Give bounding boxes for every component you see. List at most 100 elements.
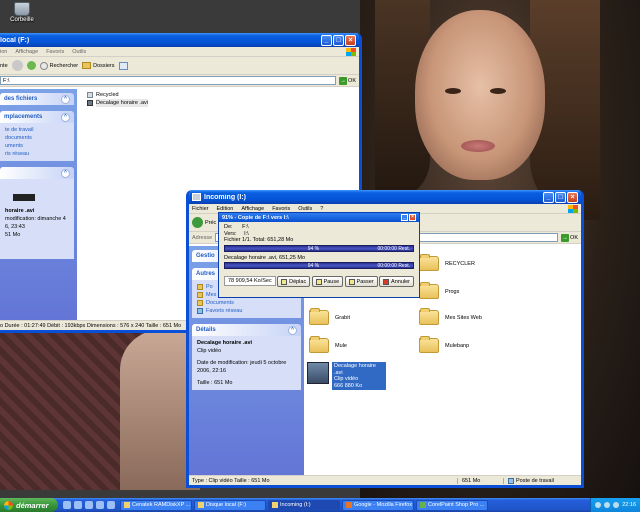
- selected-file-item[interactable]: Decalage horaire .avi Clip vidéo 666 880…: [307, 362, 386, 390]
- place-link[interactable]: uments: [5, 142, 69, 150]
- status-type: Type : Clip vidéo Taille : 651 Mo: [192, 477, 458, 484]
- taskbar-task[interactable]: CorelPaint Shop Pro ...: [416, 499, 488, 511]
- menu-help[interactable]: ?: [320, 206, 323, 212]
- dialog-title-bar[interactable]: 91% - Copie de F:\ vers I:\ _ ×: [219, 213, 419, 222]
- folder-item[interactable]: Mule: [309, 336, 347, 353]
- place-link[interactable]: Documents: [197, 299, 296, 307]
- menu-outils[interactable]: Outils: [298, 206, 312, 212]
- folder-label: RECYCLER: [445, 260, 475, 267]
- back-button[interactable]: Préc: [192, 217, 216, 228]
- menu-favoris[interactable]: Favoris: [46, 49, 64, 55]
- close-button[interactable]: ×: [345, 34, 356, 46]
- file-remaining: 00:00:00 Rest.: [377, 263, 410, 269]
- dialog-title: 91% - Copie de F:\ vers I:\: [222, 214, 289, 221]
- folder-item[interactable]: Progs: [419, 282, 460, 299]
- folder-item[interactable]: Mes Sites Web: [419, 308, 482, 325]
- clock[interactable]: 22:16: [622, 502, 636, 508]
- task-label: Google - Mozilla Firefox: [354, 502, 413, 508]
- place-link[interactable]: te de travail: [5, 126, 69, 134]
- forward-arrow-icon[interactable]: [11, 60, 23, 71]
- quick-launch-icon[interactable]: [85, 501, 93, 509]
- skip-label: Passer: [356, 278, 374, 285]
- file-size: 666 880 Ko: [334, 382, 363, 389]
- taskbar-task[interactable]: Disque local (F:): [194, 499, 266, 511]
- menu-favoris[interactable]: Favoris: [272, 206, 290, 212]
- tray-icon[interactable]: [595, 502, 602, 508]
- skip-button[interactable]: Passer: [344, 276, 378, 287]
- taskbar-task[interactable]: Google - Mozilla Firefox: [342, 499, 414, 511]
- menu-affichage[interactable]: Affichage: [15, 49, 38, 55]
- pause-button[interactable]: Pause: [311, 276, 344, 287]
- maximize-button[interactable]: □: [333, 34, 344, 46]
- move-button[interactable]: Déplac: [277, 276, 311, 287]
- file-item-video[interactable]: Decalage horaire .avi: [87, 99, 148, 107]
- minimize-button[interactable]: _: [321, 34, 332, 46]
- views-icon[interactable]: [118, 61, 128, 70]
- menu-bar: ion Affichage Favoris Outils: [0, 47, 359, 57]
- file-tasks-header[interactable]: des fichiers ^: [0, 93, 74, 105]
- chevron-up-icon[interactable]: ^: [61, 168, 70, 178]
- quick-launch-icon[interactable]: [96, 501, 104, 509]
- copy-progress-dialog[interactable]: 91% - Copie de F:\ vers I:\ _ × De: F:\ …: [218, 212, 420, 298]
- title-bar[interactable]: Incoming (I:) _ □ ×: [189, 190, 581, 204]
- chevron-up-icon[interactable]: ^: [288, 325, 297, 335]
- total-progress-bar: 94 % 00:00:00 Rest.: [224, 244, 414, 252]
- file-item-recycled[interactable]: Recycled: [87, 91, 148, 99]
- cancel-icon: [383, 278, 390, 285]
- cancel-button[interactable]: Annuler: [379, 276, 414, 287]
- back-button[interactable]: nte: [0, 63, 8, 69]
- go-button[interactable]: → OK: [339, 76, 356, 85]
- tray-icon[interactable]: [604, 502, 611, 508]
- back-label: nte: [0, 62, 8, 69]
- folder-item[interactable]: Mulebanp: [419, 336, 469, 353]
- quick-launch-icon[interactable]: [74, 501, 82, 509]
- pause-icon: [315, 278, 322, 285]
- place-label: Documents: [206, 300, 234, 306]
- folder-item[interactable]: RECYCLER: [419, 254, 475, 271]
- details-size: 51 Mo: [5, 232, 21, 238]
- other-places-header[interactable]: mplacements ^: [0, 111, 74, 123]
- folders-button[interactable]: Dossiers: [82, 62, 115, 69]
- chevron-up-icon[interactable]: ^: [61, 94, 70, 104]
- folder-label: Mes Sites Web: [445, 314, 482, 321]
- taskbar-task[interactable]: Cenatek RAMDiskXP ...: [120, 499, 192, 511]
- tray-icon[interactable]: [613, 502, 620, 508]
- menu-edition[interactable]: ion: [0, 49, 7, 55]
- maximize-button[interactable]: □: [555, 191, 566, 203]
- place-link[interactable]: Favoris réseau: [197, 307, 296, 315]
- place-link[interactable]: documents: [5, 134, 69, 142]
- start-label: démarrer: [16, 500, 49, 510]
- total-percent: 94 %: [307, 245, 320, 252]
- details-title: Détails: [196, 327, 216, 333]
- back-label: Préc: [205, 219, 217, 226]
- minimize-button[interactable]: _: [543, 191, 554, 203]
- menu-affichage[interactable]: Affichage: [241, 206, 264, 212]
- folder-item[interactable]: Grabit: [309, 308, 350, 325]
- taskbar-task-active[interactable]: Incoming (I:): [268, 499, 340, 511]
- minimize-button[interactable]: _: [401, 214, 408, 221]
- recycle-bin-desktop-icon[interactable]: Corbeille: [6, 2, 38, 23]
- menu-edition[interactable]: Edition: [217, 206, 234, 212]
- go-button[interactable]: → OK: [561, 233, 578, 242]
- folder-label: Progs: [445, 288, 460, 295]
- place-link[interactable]: ris réseau: [5, 150, 69, 158]
- menu-outils[interactable]: Outils: [72, 49, 86, 55]
- task-label: Incoming (I:): [280, 502, 311, 508]
- close-button[interactable]: ×: [567, 191, 578, 203]
- folder-label: Mule: [335, 342, 347, 349]
- up-folder-icon[interactable]: [26, 61, 36, 70]
- menu-fichier[interactable]: Fichier: [192, 206, 209, 212]
- search-button[interactable]: Rechercher: [39, 61, 78, 70]
- video-thumbnail-icon: [13, 194, 35, 201]
- title-bar[interactable]: local (F:) _ □ ×: [0, 33, 359, 47]
- address-input[interactable]: F:\: [0, 76, 337, 85]
- quick-launch-icon[interactable]: [63, 501, 71, 509]
- go-label: OK: [348, 77, 356, 84]
- chevron-up-icon[interactable]: ^: [61, 112, 70, 122]
- details-header[interactable]: Détails ^: [192, 324, 301, 336]
- details-header[interactable]: ^: [0, 167, 74, 179]
- quick-launch-icon[interactable]: [107, 501, 115, 509]
- close-button[interactable]: ×: [409, 214, 416, 221]
- taskbar: démarrer Cenatek RAMDiskXP ... Disque lo…: [0, 498, 640, 512]
- start-button[interactable]: démarrer: [0, 498, 58, 512]
